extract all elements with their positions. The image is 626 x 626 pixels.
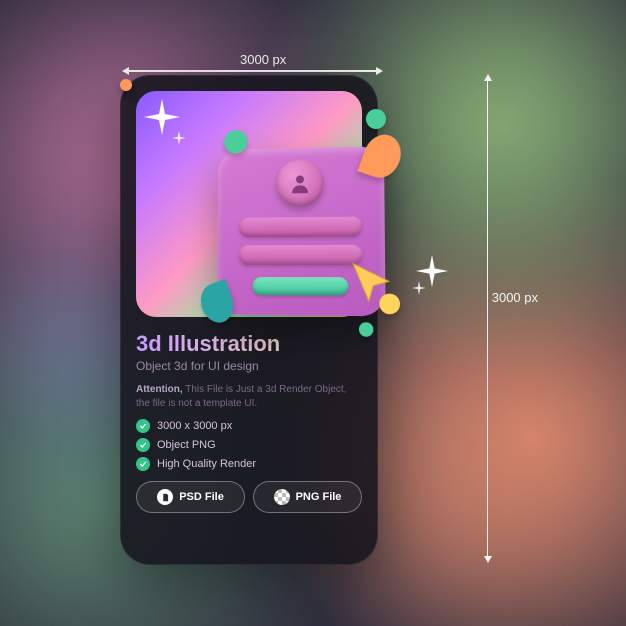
input-field-3d — [239, 216, 362, 237]
arrow-up-icon — [484, 74, 492, 81]
sparkle-icon — [412, 281, 426, 295]
psd-file-button[interactable]: PSD File — [136, 481, 245, 513]
product-card: 3d Illustration Object 3d for UI design … — [120, 75, 378, 565]
feature-label: 3000 x 3000 px — [157, 420, 232, 432]
decor-dot — [120, 79, 132, 91]
list-item: High Quality Render — [136, 457, 362, 471]
splash-decor — [357, 130, 406, 183]
transparency-icon — [274, 489, 290, 505]
decor-dot — [366, 109, 386, 129]
check-icon — [136, 457, 150, 471]
dimension-height-label: 3000 px — [492, 290, 538, 305]
sparkle-icon — [172, 131, 186, 145]
feature-list: 3000 x 3000 px Object PNG High Quality R… — [136, 419, 362, 471]
background-blur — [416, 30, 596, 210]
user-icon — [276, 159, 324, 207]
arrow-down-icon — [484, 556, 492, 563]
arrow-right-icon — [376, 67, 383, 75]
arrow-cursor-icon — [344, 255, 398, 308]
submit-button-3d — [252, 277, 348, 295]
card-title: 3d Illustration — [136, 331, 362, 357]
png-file-button[interactable]: PNG File — [253, 481, 362, 513]
attention-text: Attention, This File is Just a 3d Render… — [136, 383, 362, 411]
attention-label: Attention, — [136, 384, 183, 395]
login-card-3d — [217, 146, 386, 316]
file-icon — [157, 489, 173, 505]
list-item: 3000 x 3000 px — [136, 419, 362, 433]
psd-button-label: PSD File — [179, 491, 224, 503]
hero-illustration — [136, 91, 362, 317]
dimension-width-label: 3000 px — [240, 52, 286, 67]
file-buttons-row: PSD File PNG File — [136, 481, 362, 513]
feature-label: Object PNG — [157, 439, 216, 451]
dimension-width-line — [128, 70, 376, 72]
list-item: Object PNG — [136, 438, 362, 452]
arrow-left-icon — [122, 67, 129, 75]
background-blur — [366, 366, 586, 586]
check-icon — [136, 438, 150, 452]
sparkle-icon — [144, 99, 180, 135]
splash-decor — [224, 130, 247, 154]
card-subtitle: Object 3d for UI design — [136, 359, 362, 373]
splash-decor — [359, 322, 374, 337]
png-button-label: PNG File — [296, 491, 342, 503]
check-icon — [136, 419, 150, 433]
feature-label: High Quality Render — [157, 458, 256, 470]
splash-decor — [196, 279, 238, 327]
dimension-height-line — [487, 80, 489, 556]
